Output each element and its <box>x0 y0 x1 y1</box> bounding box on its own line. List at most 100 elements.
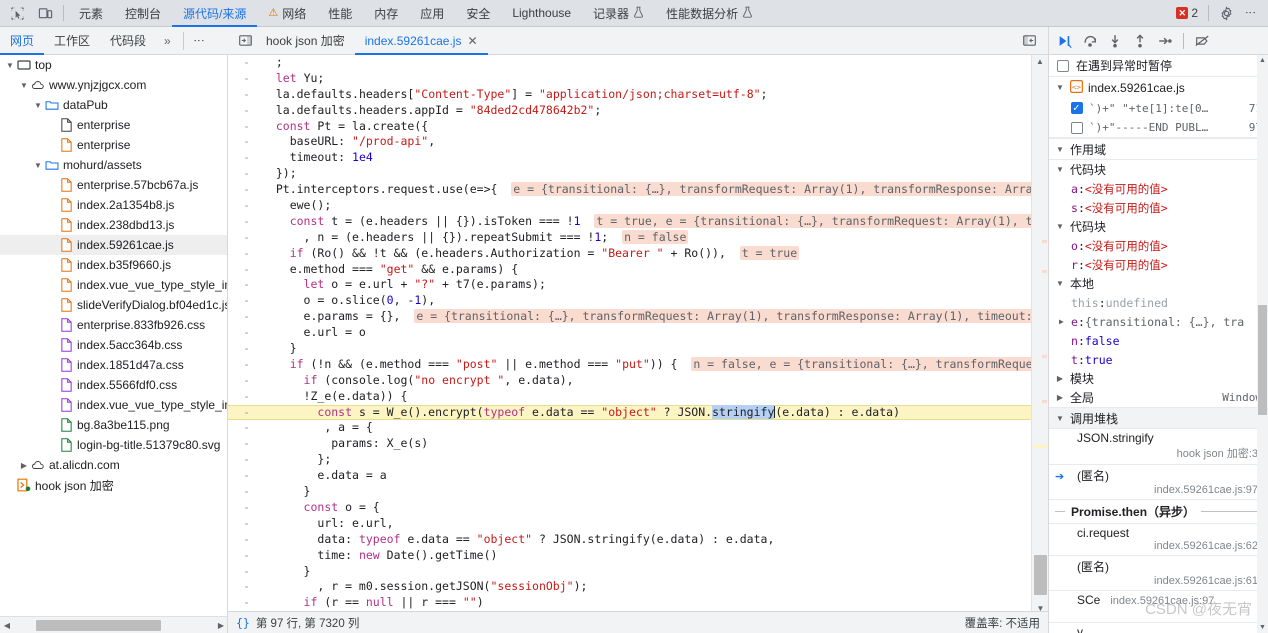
tree-item[interactable]: hook json 加密 <box>0 475 227 495</box>
open-drawer-icon[interactable] <box>1018 31 1040 51</box>
scope-group-header[interactable]: ▶ 模块 <box>1049 369 1268 388</box>
tab-workspace[interactable]: 工作区 <box>44 27 100 55</box>
tree-item[interactable]: index.238dbd13.js <box>0 215 227 235</box>
tree-item[interactable]: login-bg-title.51379c80.svg <box>0 435 227 455</box>
chevron-down-icon[interactable]: ▼ <box>1055 279 1065 288</box>
step-into-icon[interactable] <box>1104 31 1126 51</box>
tab-memory[interactable]: 内存 <box>363 0 409 27</box>
device-toolbar-icon[interactable] <box>34 3 56 23</box>
tree-item[interactable]: ▼ dataPub <box>0 95 227 115</box>
chevron-down-icon[interactable]: ▼ <box>1055 165 1065 174</box>
code-line[interactable]: - la.defaults.headers.appId = "84ded2cd4… <box>228 103 1031 119</box>
tree-item[interactable]: ▼ www.ynjzjgcx.com <box>0 75 227 95</box>
scope-variable-row[interactable]: this: undefined <box>1049 293 1268 312</box>
scope-variable-row[interactable]: n: false <box>1049 331 1268 350</box>
code-line[interactable]: - }); <box>228 166 1031 182</box>
callstack-frame[interactable]: JSON.stringify hook json 加密:3 <box>1049 429 1268 465</box>
file-tree[interactable]: ▼ top ▼ www.ynjzjgcx.com ▼ dataPub enterprise e… <box>0 55 227 616</box>
scope-group-header[interactable]: ▶ 全局 Window <box>1049 388 1268 407</box>
breakpoint-checkbox[interactable] <box>1071 101 1083 115</box>
pause-on-exceptions-row[interactable]: 在遇到异常时暂停 <box>1049 55 1268 77</box>
code-line[interactable]: - , n = (e.headers || {}).repeatSubmit =… <box>228 229 1031 246</box>
navigator-horizontal-scrollbar[interactable]: ◀ ▶ <box>0 616 227 633</box>
editor-tab-hook-json[interactable]: hook json 加密 <box>256 27 355 55</box>
scope-variable-row[interactable]: a: <没有可用的值> <box>1049 179 1268 198</box>
scroll-left-arrow-icon[interactable]: ◀ <box>0 621 14 630</box>
tree-item[interactable]: slideVerifyDialog.bf04ed1c.js <box>0 295 227 315</box>
callstack-frame[interactable]: SCe index.59261cae.js:97 <box>1049 591 1268 623</box>
code-line[interactable]: - e.data = a <box>228 468 1031 484</box>
resume-script-icon[interactable] <box>1054 31 1076 51</box>
debugger-vertical-scrollbar[interactable]: ▲ ▼ <box>1257 55 1268 633</box>
gear-icon[interactable] <box>1215 3 1237 23</box>
code-line[interactable]: - url: e.url, <box>228 516 1031 532</box>
code-line[interactable]: - const o = { <box>228 500 1031 516</box>
tree-item[interactable]: enterprise.833fb926.css <box>0 315 227 335</box>
tree-item[interactable]: index.vue_vue_type_style_ind <box>0 275 227 295</box>
scrollbar-thumb[interactable] <box>1258 305 1267 415</box>
scope-variable-row[interactable]: ▶ e: {transitional: {…}, tra <box>1049 312 1268 331</box>
tab-snippets[interactable]: 代码段 <box>100 27 156 55</box>
code-line[interactable]: - let Yu; <box>228 71 1031 87</box>
editor-vertical-scrollbar[interactable]: ▲ ▼ <box>1031 55 1048 616</box>
breakpoint-item[interactable]: `)+" "+te[1]:te[0… 71 <box>1049 98 1268 118</box>
callstack-frame[interactable]: yslideVerifyDial…bf04ed1c.js:4 <box>1049 623 1268 633</box>
kebab-menu-icon[interactable]: ⋮ <box>1239 7 1262 19</box>
chevron-down-icon[interactable]: ▼ <box>32 101 44 110</box>
tab-elements[interactable]: 元素 <box>68 0 114 27</box>
scroll-right-arrow-icon[interactable]: ▶ <box>214 621 227 630</box>
scroll-up-arrow-icon[interactable]: ▲ <box>1257 57 1268 64</box>
close-icon[interactable]: ✕ <box>467 34 477 48</box>
scope-variable-row[interactable]: o: <没有可用的值> <box>1049 236 1268 255</box>
breakpoint-item[interactable]: `)+"-----END PUBL… 97 <box>1049 118 1268 138</box>
scope-variable-row[interactable]: t: true <box>1049 350 1268 369</box>
code-line[interactable]: - if (console.log("no encrypt ", e.data)… <box>228 373 1031 389</box>
scope-group-header[interactable]: ▼ 本地 <box>1049 274 1268 293</box>
code-line[interactable]: - e.url = o <box>228 325 1031 341</box>
scope-section-header[interactable]: ▼ 作用域 <box>1049 138 1268 160</box>
inspect-element-icon[interactable] <box>6 3 28 23</box>
code-line[interactable]: - , r = m0.session.getJSON("sessionObj")… <box>228 579 1031 595</box>
tab-sources[interactable]: 源代码/来源 <box>172 0 257 27</box>
chevron-down-icon[interactable]: ▼ <box>1055 145 1065 154</box>
tree-item[interactable]: index.b35f9660.js <box>0 255 227 275</box>
code-line[interactable]: - e.params = {}, e = {transitional: {…},… <box>228 309 1031 325</box>
scope-tree[interactable]: ▼ 代码块 a: <没有可用的值> s: <没有可用的值> ▼ 代码块 o: <没有可用的值… <box>1049 160 1268 407</box>
chevron-down-icon[interactable]: ▼ <box>1055 414 1065 423</box>
scroll-down-arrow-icon[interactable]: ▼ <box>1257 624 1268 631</box>
tree-item[interactable]: enterprise <box>0 115 227 135</box>
more-tabs-chevron-icon[interactable]: » <box>156 34 179 48</box>
callstack-frame[interactable]: ➔ (匿名) index.59261cae.js:97 <box>1049 465 1268 500</box>
code-line[interactable]: - if (Ro() && !t && (e.headers.Authoriza… <box>228 245 1031 262</box>
chevron-right-icon[interactable]: ▶ <box>18 461 30 470</box>
breakpoint-checkbox[interactable] <box>1071 121 1083 134</box>
editor-tab-index-59261cae[interactable]: index.59261cae.js ✕ <box>355 27 488 55</box>
code-line[interactable]: - e.method === "get" && e.params) { <box>228 262 1031 278</box>
chevron-down-icon[interactable]: ▼ <box>32 161 44 170</box>
code-line[interactable]: - , a = { <box>228 420 1031 436</box>
scope-variable-row[interactable]: r: <没有可用的值> <box>1049 255 1268 274</box>
code-line[interactable]: - } <box>228 564 1031 580</box>
tab-console[interactable]: 控制台 <box>114 0 172 27</box>
code-line[interactable]: - ewe(); <box>228 198 1031 214</box>
tree-item[interactable]: index.vue_vue_type_style_ind <box>0 395 227 415</box>
error-count-badge[interactable]: ✕ 2 <box>1172 6 1202 20</box>
tab-application[interactable]: 应用 <box>409 0 455 27</box>
code-line[interactable]: - } <box>228 341 1031 357</box>
tree-item[interactable]: ▼ top <box>0 55 227 75</box>
code-line[interactable]: - o = o.slice(0, -1), <box>228 293 1031 309</box>
code-line[interactable]: - }; <box>228 452 1031 468</box>
tab-page[interactable]: 网页 <box>0 27 44 55</box>
scroll-up-arrow-icon[interactable]: ▲ <box>1032 55 1048 69</box>
tree-item[interactable]: ▼ mohurd/assets <box>0 155 227 175</box>
step-over-icon[interactable] <box>1079 31 1101 51</box>
code-line[interactable]: - ; <box>228 55 1031 71</box>
show-navigator-icon[interactable] <box>234 31 256 51</box>
chevron-down-icon[interactable]: ▼ <box>1055 83 1065 92</box>
code-line[interactable]: - if (r == null || r === "") <box>228 595 1031 611</box>
chevron-down-icon[interactable]: ▼ <box>18 81 30 90</box>
code-line[interactable]: - if (!n && (e.method === "post" || e.me… <box>228 356 1031 373</box>
tree-item[interactable]: bg.8a3be115.png <box>0 415 227 435</box>
code-line[interactable]: - baseURL: "/prod-api", <box>228 134 1031 150</box>
pause-on-exceptions-checkbox[interactable] <box>1057 59 1069 72</box>
